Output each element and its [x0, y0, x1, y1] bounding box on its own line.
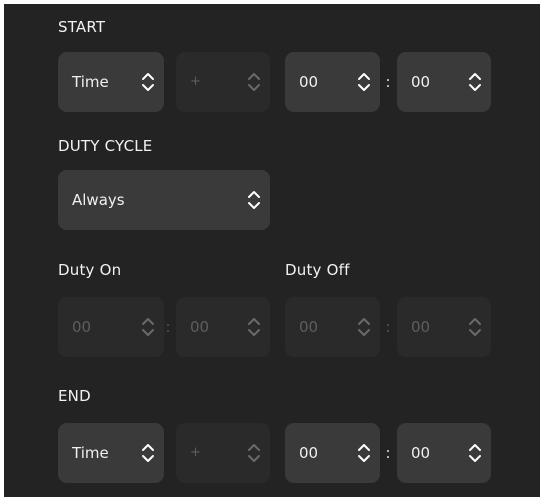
chevron-up-down-icon [141, 70, 155, 94]
duty-off-hours-select[interactable]: 00 [285, 297, 380, 357]
duty-on-label: Duty On [58, 261, 122, 279]
chevron-up-down-icon [141, 315, 155, 339]
chevron-up-down-icon [247, 315, 261, 339]
chevron-up-down-icon [468, 70, 482, 94]
duty-on-minutes-select[interactable]: 00 [176, 297, 270, 357]
start-hours-select[interactable]: 00 [285, 52, 380, 112]
duty-off-minutes-value: 00 [411, 318, 431, 336]
chevron-up-down-icon [357, 70, 371, 94]
duty-on-minutes-value: 00 [190, 318, 210, 336]
schedule-panel: START Time + 00 : 00 DUTY CYCLE Always D… [4, 4, 540, 497]
end-type-select[interactable]: Time [58, 423, 164, 483]
end-hours-value: 00 [299, 444, 319, 462]
chevron-up-down-icon [247, 70, 261, 94]
duty-off-hours-value: 00 [299, 318, 319, 336]
chevron-up-down-icon [357, 315, 371, 339]
chevron-up-down-icon [247, 188, 261, 212]
end-label: END [58, 387, 91, 405]
start-hours-value: 00 [299, 73, 319, 91]
end-type-value: Time [72, 444, 109, 462]
duty-cycle-select[interactable]: Always [58, 170, 270, 230]
duty-on-hours-value: 00 [72, 318, 92, 336]
start-offset-select[interactable]: + [176, 52, 270, 112]
chevron-up-down-icon [468, 315, 482, 339]
duty-off-label: Duty Off [285, 261, 350, 279]
start-minutes-select[interactable]: 00 [397, 52, 491, 112]
chevron-up-down-icon [141, 441, 155, 465]
duty-cycle-label: DUTY CYCLE [58, 137, 153, 155]
end-hours-select[interactable]: 00 [285, 423, 380, 483]
start-label: START [58, 18, 106, 36]
duty-on-hours-select[interactable]: 00 [58, 297, 164, 357]
chevron-up-down-icon [357, 441, 371, 465]
end-time-separator: : [385, 444, 391, 462]
start-type-value: Time [72, 73, 109, 91]
chevron-up-down-icon [468, 441, 482, 465]
end-minutes-select[interactable]: 00 [397, 423, 491, 483]
duty-cycle-value: Always [72, 191, 125, 209]
start-type-select[interactable]: Time [58, 52, 164, 112]
duty-off-separator: : [385, 318, 391, 336]
start-minutes-value: 00 [411, 73, 431, 91]
end-offset-placeholder: + [190, 445, 201, 460]
start-offset-placeholder: + [190, 74, 201, 89]
end-minutes-value: 00 [411, 444, 431, 462]
duty-on-separator: : [165, 318, 171, 336]
end-offset-select[interactable]: + [176, 423, 270, 483]
start-time-separator: : [385, 73, 391, 91]
duty-off-minutes-select[interactable]: 00 [397, 297, 491, 357]
chevron-up-down-icon [247, 441, 261, 465]
